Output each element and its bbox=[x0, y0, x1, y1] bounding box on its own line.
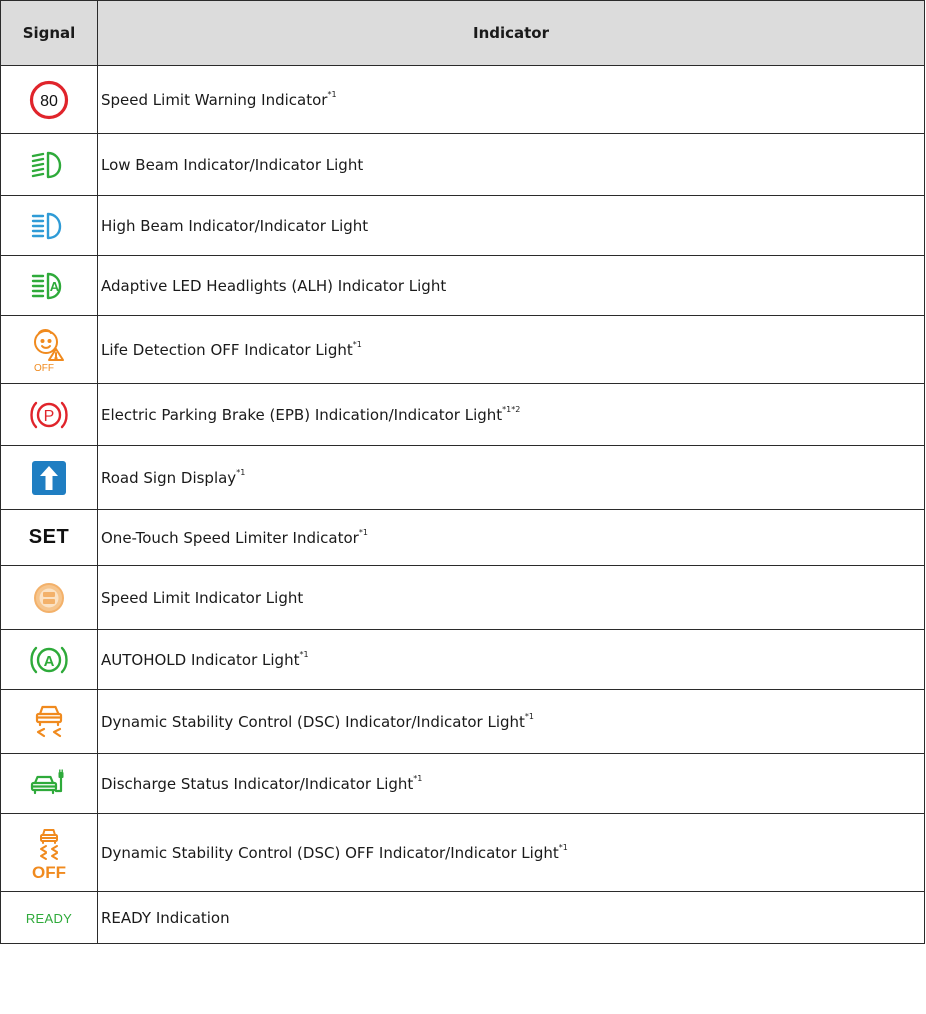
dsc-icon bbox=[35, 705, 63, 737]
indicator-cell: One-Touch Speed Limiter Indicator*1 bbox=[97, 509, 925, 566]
signal-cell: A bbox=[0, 255, 98, 316]
indicator-label: Life Detection OFF Indicator Light bbox=[101, 340, 353, 359]
adaptive-letter: A bbox=[50, 279, 60, 294]
speed-limit-light-icon bbox=[34, 582, 64, 613]
table-header-row: Signal Indicator bbox=[0, 0, 925, 66]
signal-cell: P bbox=[0, 383, 98, 446]
table-row: Road Sign Display*1 bbox=[0, 445, 925, 510]
table-row: Discharge Status Indicator/Indicator Lig… bbox=[0, 753, 925, 814]
indicator-cell: Speed Limit Indicator Light bbox=[97, 565, 925, 630]
footnote-mark: *1*2 bbox=[502, 404, 521, 414]
signal-cell: SET bbox=[0, 509, 98, 566]
footnote-mark: *1 bbox=[299, 649, 309, 659]
table-row: READY READY Indication bbox=[0, 891, 925, 944]
indicator-cell: Life Detection OFF Indicator Light*1 bbox=[97, 315, 925, 384]
footnote-mark: *1 bbox=[327, 89, 337, 99]
signal-cell: A bbox=[0, 629, 98, 690]
signal-cell: OFF bbox=[0, 813, 98, 892]
high-beam-icon bbox=[31, 212, 62, 239]
road-sign-arrow-icon bbox=[32, 460, 66, 495]
indicator-label: Speed Limit Warning Indicator bbox=[101, 90, 328, 109]
signal-cell: OFF bbox=[0, 315, 98, 384]
indicator-label: Speed Limit Indicator Light bbox=[101, 588, 304, 607]
signal-cell bbox=[0, 133, 98, 196]
signal-cell: READY bbox=[0, 891, 98, 944]
header-signal: Signal bbox=[0, 0, 98, 66]
indicator-label: One-Touch Speed Limiter Indicator bbox=[101, 528, 359, 547]
table-row: OFF Life Detection OFF Indicator Light*1 bbox=[0, 315, 925, 384]
indicator-cell: Low Beam Indicator/Indicator Light bbox=[97, 133, 925, 196]
table-row: OFF Dynamic Stability Control (DSC) OFF … bbox=[0, 813, 925, 892]
footnote-mark: *1 bbox=[236, 467, 246, 477]
signal-cell: 80 bbox=[0, 65, 98, 134]
indicator-label: AUTOHOLD Indicator Light bbox=[101, 650, 300, 669]
speed-limit-value: 80 bbox=[40, 93, 58, 110]
footnote-mark: *1 bbox=[413, 773, 423, 783]
indicator-table: Signal Indicator 80 Speed Limit Warning … bbox=[0, 0, 925, 944]
indicator-label: READY Indication bbox=[101, 908, 230, 927]
indicator-cell: Dynamic Stability Control (DSC) Indicato… bbox=[97, 689, 925, 754]
signal-cell bbox=[0, 565, 98, 630]
indicator-label: Adaptive LED Headlights (ALH) Indicator … bbox=[101, 276, 447, 295]
signal-cell bbox=[0, 445, 98, 510]
footnote-mark: *1 bbox=[558, 842, 568, 852]
indicator-label: Discharge Status Indicator/Indicator Lig… bbox=[101, 774, 414, 793]
indicator-label: Electric Parking Brake (EPB) Indication/… bbox=[101, 405, 503, 424]
parking-letter: P bbox=[44, 408, 55, 425]
table-row: High Beam Indicator/Indicator Light bbox=[0, 195, 925, 256]
indicator-label: Dynamic Stability Control (DSC) Indicato… bbox=[101, 712, 525, 731]
indicator-cell: Adaptive LED Headlights (ALH) Indicator … bbox=[97, 255, 925, 316]
discharge-status-icon bbox=[30, 769, 64, 794]
table-row: Speed Limit Indicator Light bbox=[0, 565, 925, 630]
parking-brake-icon: P bbox=[30, 401, 68, 428]
indicator-cell: Electric Parking Brake (EPB) Indication/… bbox=[97, 383, 925, 446]
table-row: SET One-Touch Speed Limiter Indicator*1 bbox=[0, 509, 925, 566]
table-row: A AUTOHOLD Indicator Light*1 bbox=[0, 629, 925, 690]
table-row: Low Beam Indicator/Indicator Light bbox=[0, 133, 925, 196]
life-detection-off-text: OFF bbox=[34, 363, 54, 373]
indicator-label: Dynamic Stability Control (DSC) OFF Indi… bbox=[101, 843, 559, 862]
indicator-cell: High Beam Indicator/Indicator Light bbox=[97, 195, 925, 256]
footnote-mark: *1 bbox=[524, 711, 534, 721]
indicator-label: Road Sign Display bbox=[101, 468, 237, 487]
indicator-cell: READY Indication bbox=[97, 891, 925, 944]
autohold-letter: A bbox=[44, 653, 55, 670]
speed-limit-80-icon: 80 bbox=[29, 80, 69, 119]
indicator-cell: Dynamic Stability Control (DSC) OFF Indi… bbox=[97, 813, 925, 892]
dsc-off-icon: OFF bbox=[32, 828, 66, 881]
dsc-off-text: OFF bbox=[32, 863, 66, 881]
table-row: P Electric Parking Brake (EPB) Indicatio… bbox=[0, 383, 925, 446]
low-beam-icon bbox=[31, 151, 62, 178]
footnote-mark: *1 bbox=[352, 339, 362, 349]
table-row: A Adaptive LED Headlights (ALH) Indicato… bbox=[0, 255, 925, 316]
set-text-icon: SET bbox=[28, 526, 70, 548]
adaptive-headlight-icon: A bbox=[31, 272, 62, 299]
autohold-icon: A bbox=[30, 646, 68, 673]
table-row: 80 Speed Limit Warning Indicator*1 bbox=[0, 65, 925, 134]
indicator-cell: Road Sign Display*1 bbox=[97, 445, 925, 510]
signal-cell bbox=[0, 195, 98, 256]
header-indicator: Indicator bbox=[97, 0, 925, 66]
indicator-label: High Beam Indicator/Indicator Light bbox=[101, 216, 369, 235]
indicator-cell: AUTOHOLD Indicator Light*1 bbox=[97, 629, 925, 690]
indicator-cell: Speed Limit Warning Indicator*1 bbox=[97, 65, 925, 134]
indicator-cell: Discharge Status Indicator/Indicator Lig… bbox=[97, 753, 925, 814]
signal-cell bbox=[0, 753, 98, 814]
ready-text-icon: READY bbox=[25, 911, 73, 926]
table-row: Dynamic Stability Control (DSC) Indicato… bbox=[0, 689, 925, 754]
indicator-label: Low Beam Indicator/Indicator Light bbox=[101, 155, 364, 174]
signal-cell bbox=[0, 689, 98, 754]
life-detection-off-icon: OFF bbox=[34, 328, 64, 373]
footnote-mark: *1 bbox=[358, 527, 368, 537]
